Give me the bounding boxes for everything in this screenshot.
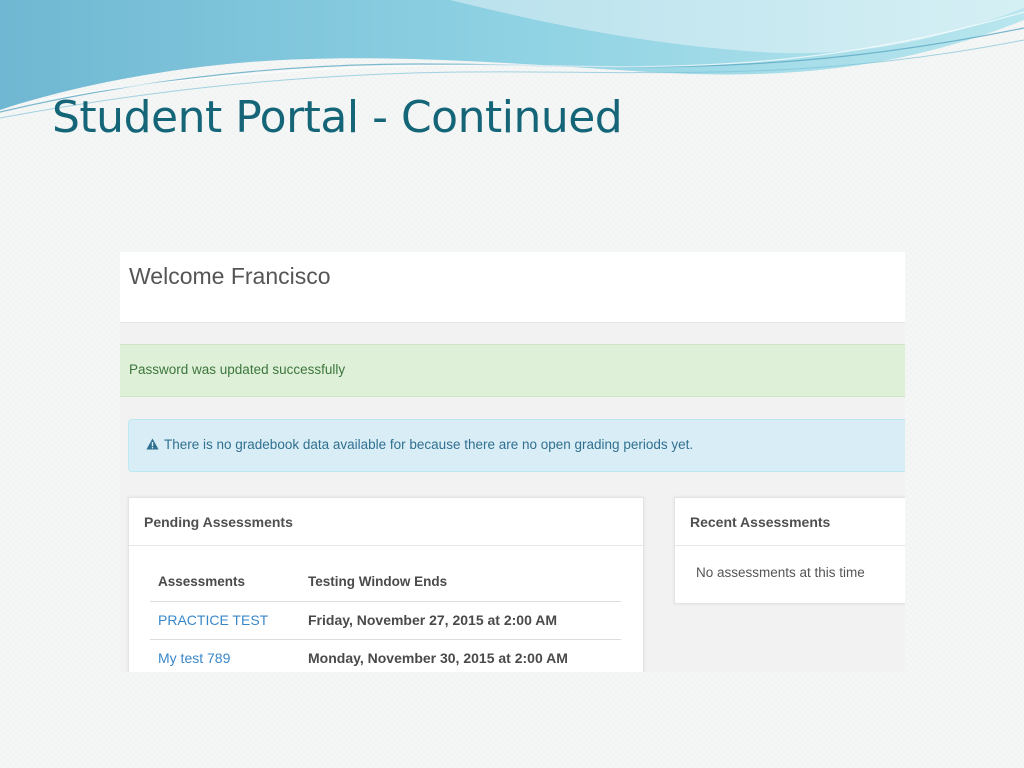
column-header-assessments: Assessments [158,574,246,589]
panel-header: Recent Assessments [675,498,905,546]
table-row: PRACTICE TEST Friday, November 27, 2015 … [150,602,621,640]
pending-assessments-panel: Pending Assessments Assessments Testing … [128,497,644,672]
pending-assessments-title: Pending Assessments [144,514,293,530]
portal-screenshot: Welcome Francisco Password was updated s… [120,252,905,672]
assessment-link-my-test-789[interactable]: My test 789 [158,650,230,666]
recent-assessments-panel: Recent Assessments No assessments at thi… [674,497,905,604]
welcome-heading: Welcome Francisco [129,263,331,289]
recent-empty-message: No assessments at this time [696,565,865,580]
warning-triangle-icon [146,438,159,450]
panel-header: Pending Assessments [129,498,643,546]
testing-window-end: Friday, November 27, 2015 at 2:00 AM [308,612,557,628]
assessment-link-practice-test[interactable]: PRACTICE TEST [158,612,268,628]
pending-assessments-table: Assessments Testing Window Ends PRACTICE… [150,567,621,672]
table-row: My test 789 Monday, November 30, 2015 at… [150,640,621,672]
recent-assessments-title: Recent Assessments [690,514,831,530]
column-header-window-ends: Testing Window Ends [308,574,448,589]
success-message: Password was updated successfully [129,362,346,377]
info-alert: There is no gradebook data available for… [128,419,905,472]
info-message: There is no gradebook data available for… [164,437,694,452]
testing-window-end: Monday, November 30, 2015 at 2:00 AM [308,650,568,666]
success-alert: Password was updated successfully [120,344,905,397]
slide-title: Student Portal - Continued [52,92,623,143]
table-header-row: Assessments Testing Window Ends [150,567,621,602]
welcome-bar: Welcome Francisco [120,252,905,323]
